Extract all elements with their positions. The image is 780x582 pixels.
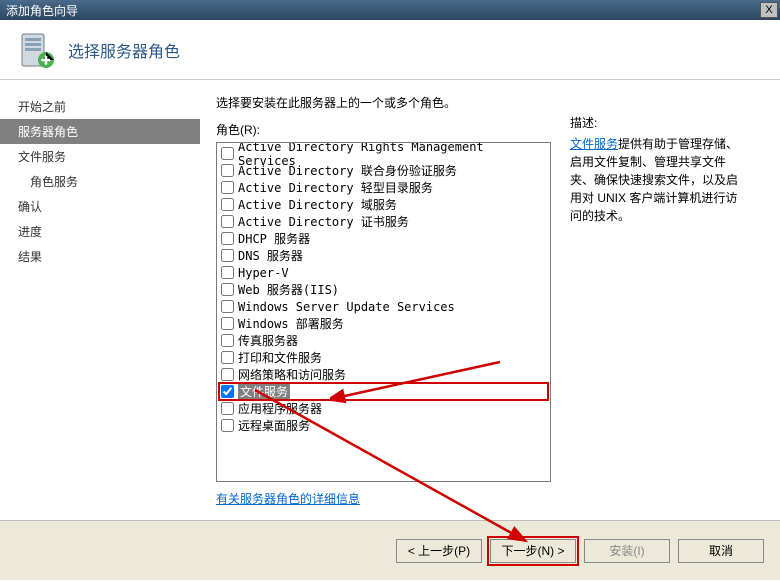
- role-checkbox[interactable]: [221, 351, 234, 364]
- role-label: DNS 服务器: [238, 247, 303, 264]
- role-item[interactable]: Active Directory 域服务: [219, 196, 548, 213]
- role-item[interactable]: Active Directory 轻型目录服务: [219, 179, 548, 196]
- install-button: 安装(I): [584, 539, 670, 563]
- role-checkbox[interactable]: [221, 334, 234, 347]
- role-item[interactable]: 网络策略和访问服务: [219, 366, 548, 383]
- role-checkbox[interactable]: [221, 283, 234, 296]
- role-label: Active Directory 证书服务: [238, 213, 409, 230]
- role-checkbox[interactable]: [221, 215, 234, 228]
- sidebar-item-3[interactable]: 角色服务: [0, 169, 200, 194]
- sidebar-item-4[interactable]: 确认: [0, 194, 200, 219]
- window-title: 添加角色向导: [6, 2, 760, 19]
- role-checkbox[interactable]: [221, 385, 234, 398]
- sidebar-item-0[interactable]: 开始之前: [0, 94, 200, 119]
- role-item[interactable]: 打印和文件服务: [219, 349, 548, 366]
- page-title: 选择服务器角色: [68, 38, 180, 62]
- role-label: Windows 部署服务: [238, 315, 344, 332]
- role-checkbox[interactable]: [221, 368, 234, 381]
- role-label: Active Directory 联合身份验证服务: [238, 162, 457, 179]
- role-item[interactable]: Windows 部署服务: [219, 315, 548, 332]
- role-label: 网络策略和访问服务: [238, 366, 346, 383]
- role-label: 远程桌面服务: [238, 417, 310, 434]
- description-panel: 描述: 文件服务提供有助于管理存储、启用文件复制、管理共享文件夹、确保快速搜索文…: [570, 114, 745, 225]
- titlebar: 添加角色向导 X: [0, 0, 780, 20]
- role-item[interactable]: 传真服务器: [219, 332, 548, 349]
- role-checkbox[interactable]: [221, 419, 234, 432]
- prev-button[interactable]: < 上一步(P): [396, 539, 482, 563]
- role-checkbox[interactable]: [221, 164, 234, 177]
- role-item[interactable]: Windows Server Update Services: [219, 298, 548, 315]
- role-label: Active Directory 轻型目录服务: [238, 179, 433, 196]
- role-checkbox[interactable]: [221, 317, 234, 330]
- role-label: Hyper-V: [238, 266, 289, 280]
- role-label: 打印和文件服务: [238, 349, 322, 366]
- role-item[interactable]: DHCP 服务器: [219, 230, 548, 247]
- role-item[interactable]: DNS 服务器: [219, 247, 548, 264]
- more-info-link[interactable]: 有关服务器角色的详细信息: [216, 490, 360, 507]
- main-panel: 选择要安装在此服务器上的一个或多个角色。 角色(R): Active Direc…: [200, 80, 780, 520]
- role-item[interactable]: 文件服务: [219, 383, 548, 400]
- roles-listbox[interactable]: Active Directory Rights Management Servi…: [216, 142, 551, 482]
- wizard-header: 选择服务器角色: [0, 20, 780, 80]
- role-item[interactable]: 应用程序服务器: [219, 400, 548, 417]
- sidebar-item-2[interactable]: 文件服务: [0, 144, 200, 169]
- role-checkbox[interactable]: [221, 249, 234, 262]
- role-label: DHCP 服务器: [238, 230, 310, 247]
- role-checkbox[interactable]: [221, 266, 234, 279]
- role-label: 传真服务器: [238, 332, 298, 349]
- role-item[interactable]: Active Directory 证书服务: [219, 213, 548, 230]
- role-checkbox[interactable]: [221, 181, 234, 194]
- role-item[interactable]: Active Directory Rights Management Servi…: [219, 145, 548, 162]
- role-label: 应用程序服务器: [238, 400, 322, 417]
- role-checkbox[interactable]: [221, 402, 234, 415]
- wizard-footer: < 上一步(P) 下一步(N) > 安装(I) 取消: [0, 520, 780, 580]
- role-item[interactable]: Web 服务器(IIS): [219, 281, 548, 298]
- wizard-sidebar: 开始之前服务器角色文件服务角色服务确认进度结果: [0, 80, 200, 520]
- role-checkbox[interactable]: [221, 232, 234, 245]
- sidebar-item-5[interactable]: 进度: [0, 219, 200, 244]
- role-label: 文件服务: [238, 383, 290, 400]
- sidebar-item-1[interactable]: 服务器角色: [0, 119, 200, 144]
- role-item[interactable]: Hyper-V: [219, 264, 548, 281]
- role-label: Web 服务器(IIS): [238, 281, 339, 298]
- role-checkbox[interactable]: [221, 198, 234, 211]
- role-item[interactable]: 远程桌面服务: [219, 417, 548, 434]
- description-link[interactable]: 文件服务: [570, 137, 618, 151]
- role-checkbox[interactable]: [221, 147, 234, 160]
- role-label: Active Directory 域服务: [238, 196, 397, 213]
- cancel-button[interactable]: 取消: [678, 539, 764, 563]
- description-title: 描述:: [570, 114, 745, 131]
- role-label: Windows Server Update Services: [238, 300, 455, 314]
- server-role-icon: [16, 30, 56, 70]
- instruction-text: 选择要安装在此服务器上的一个或多个角色。: [216, 94, 764, 111]
- description-text: 文件服务提供有助于管理存储、启用文件复制、管理共享文件夹、确保快速搜索文件，以及…: [570, 135, 745, 225]
- role-checkbox[interactable]: [221, 300, 234, 313]
- sidebar-item-6[interactable]: 结果: [0, 244, 200, 269]
- close-icon[interactable]: X: [760, 2, 778, 18]
- next-button[interactable]: 下一步(N) >: [490, 539, 576, 563]
